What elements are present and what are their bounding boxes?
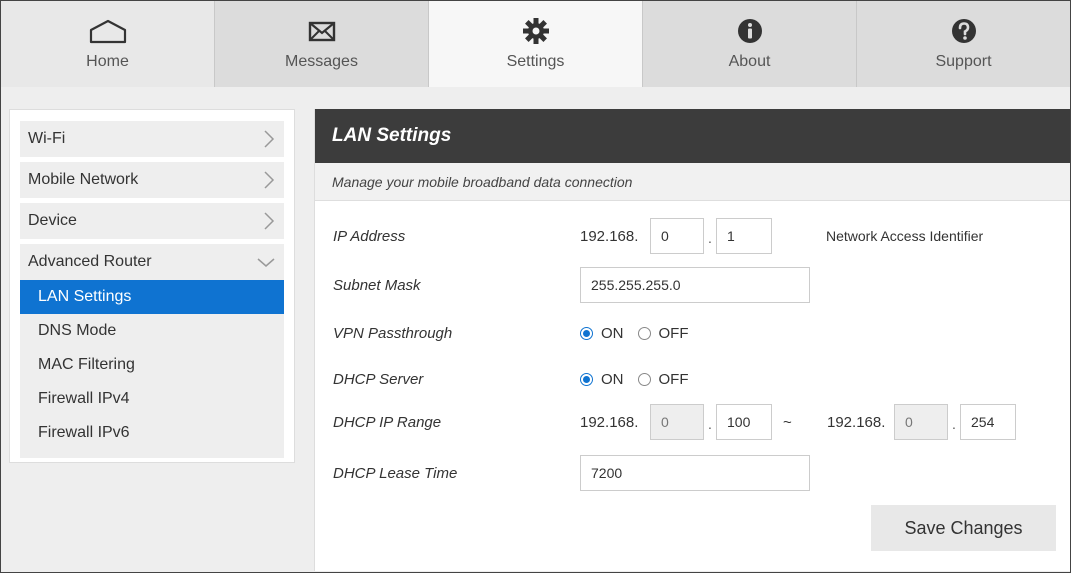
subnet-mask-row: Subnet Mask [315,265,1070,305]
dhcp-on-label: ON [601,370,624,388]
envelope-icon [307,15,337,47]
tab-about[interactable]: About [643,1,857,87]
sidebar-item-dns-mode[interactable]: DNS Mode [20,314,284,348]
dhcp-end-octet4-input[interactable] [960,404,1016,440]
gear-icon [521,15,551,47]
sidebar-item-label: Device [28,212,77,229]
ip-octet3-input[interactable] [650,218,704,254]
octet-separator: . [952,416,956,432]
tab-support-label: Support [935,53,992,70]
dhcp-end-octet3-input [894,404,948,440]
question-icon [950,15,978,47]
sidebar-item-label: Wi-Fi [28,130,66,147]
vpn-off-label: OFF [658,324,689,342]
vpn-off-radio[interactable] [637,326,651,340]
tab-home-label: Home [86,53,129,70]
sidebar-item-advanced-router[interactable]: Advanced Router [20,244,284,280]
tab-about-label: About [728,53,771,70]
vpn-passthrough-label: VPN Passthrough [333,324,453,342]
settings-sidebar: Wi-Fi Mobile Network Device Advanced Rou… [9,109,295,463]
dhcp-server-row: DHCP Server ON OFF [315,359,1070,399]
tab-support[interactable]: Support [857,1,1070,87]
dhcp-start-octet4-input[interactable] [716,404,772,440]
vpn-on-radio[interactable] [580,326,593,340]
sidebar-item-firewall-ipv6[interactable]: Firewall IPv6 [20,416,284,450]
dhcp-radio-group: ON OFF [580,359,703,399]
range-separator: ~ [783,413,792,431]
sidebar-item-wifi[interactable]: Wi-Fi [20,121,284,157]
ip-address-prefix: 192.168. [580,227,639,245]
home-icon [88,15,128,47]
lease-time-input[interactable] [580,455,810,491]
sidebar-item-mac-filtering[interactable]: MAC Filtering [20,348,284,382]
vpn-passthrough-row: VPN Passthrough ON OFF [315,313,1070,353]
ip-address-label: IP Address [333,227,406,245]
sidebar-group-label: Advanced Router [28,253,152,270]
network-access-identifier: Network Access Identifier [826,228,984,244]
dhcp-end-prefix: 192.168. [827,413,886,431]
chevron-right-icon [264,212,275,230]
save-changes-button[interactable]: Save Changes [871,505,1056,551]
tab-messages[interactable]: Messages [215,1,429,87]
dhcp-start-prefix: 192.168. [580,413,639,431]
ip-octet4-input[interactable] [716,218,772,254]
info-icon [736,15,764,47]
sidebar-item-lan-settings[interactable]: LAN Settings [20,280,284,314]
vpn-on-label: ON [601,324,624,342]
dhcp-server-label: DHCP Server [333,370,424,388]
chevron-right-icon [264,130,275,148]
dhcp-range-row: DHCP IP Range 192.168. . ~ 192.168. . [315,402,1070,442]
dhcp-off-label: OFF [658,370,689,388]
sidebar-item-label: Mobile Network [28,171,139,188]
chevron-down-icon [257,258,275,267]
dhcp-start-octet3-input [650,404,704,440]
subnet-mask-label: Subnet Mask [333,276,421,294]
top-nav: Home Messages Settings About Support [1,1,1070,87]
subnet-mask-input[interactable] [580,267,810,303]
tab-settings[interactable]: Settings [429,1,643,87]
sidebar-group-advanced-router: Advanced Router LAN Settings DNS Mode MA… [20,244,284,458]
sidebar-item-firewall-ipv4[interactable]: Firewall IPv4 [20,382,284,416]
lease-time-label: DHCP Lease Time [333,464,458,482]
sidebar-item-mobile-network[interactable]: Mobile Network [20,162,284,198]
router-admin-window: Home Messages Settings About Support Wi-… [0,0,1071,573]
ip-address-row: IP Address 192.168. . Network Access Ide… [315,216,1070,256]
vpn-radio-group: ON OFF [580,313,703,353]
chevron-right-icon [264,171,275,189]
dhcp-range-label: DHCP IP Range [333,413,442,431]
sidebar-item-device[interactable]: Device [20,203,284,239]
dhcp-off-radio[interactable] [637,372,651,386]
panel-subtitle: Manage your mobile broadband data connec… [315,163,1070,201]
tab-home[interactable]: Home [1,1,215,87]
tab-messages-label: Messages [285,53,358,70]
octet-separator: . [708,230,712,246]
lease-time-row: DHCP Lease Time [315,453,1070,493]
dhcp-on-radio[interactable] [580,372,593,386]
lan-settings-panel: LAN Settings Manage your mobile broadban… [314,109,1070,571]
octet-separator: . [708,416,712,432]
tab-settings-label: Settings [506,53,565,70]
panel-title: LAN Settings [315,109,1070,163]
